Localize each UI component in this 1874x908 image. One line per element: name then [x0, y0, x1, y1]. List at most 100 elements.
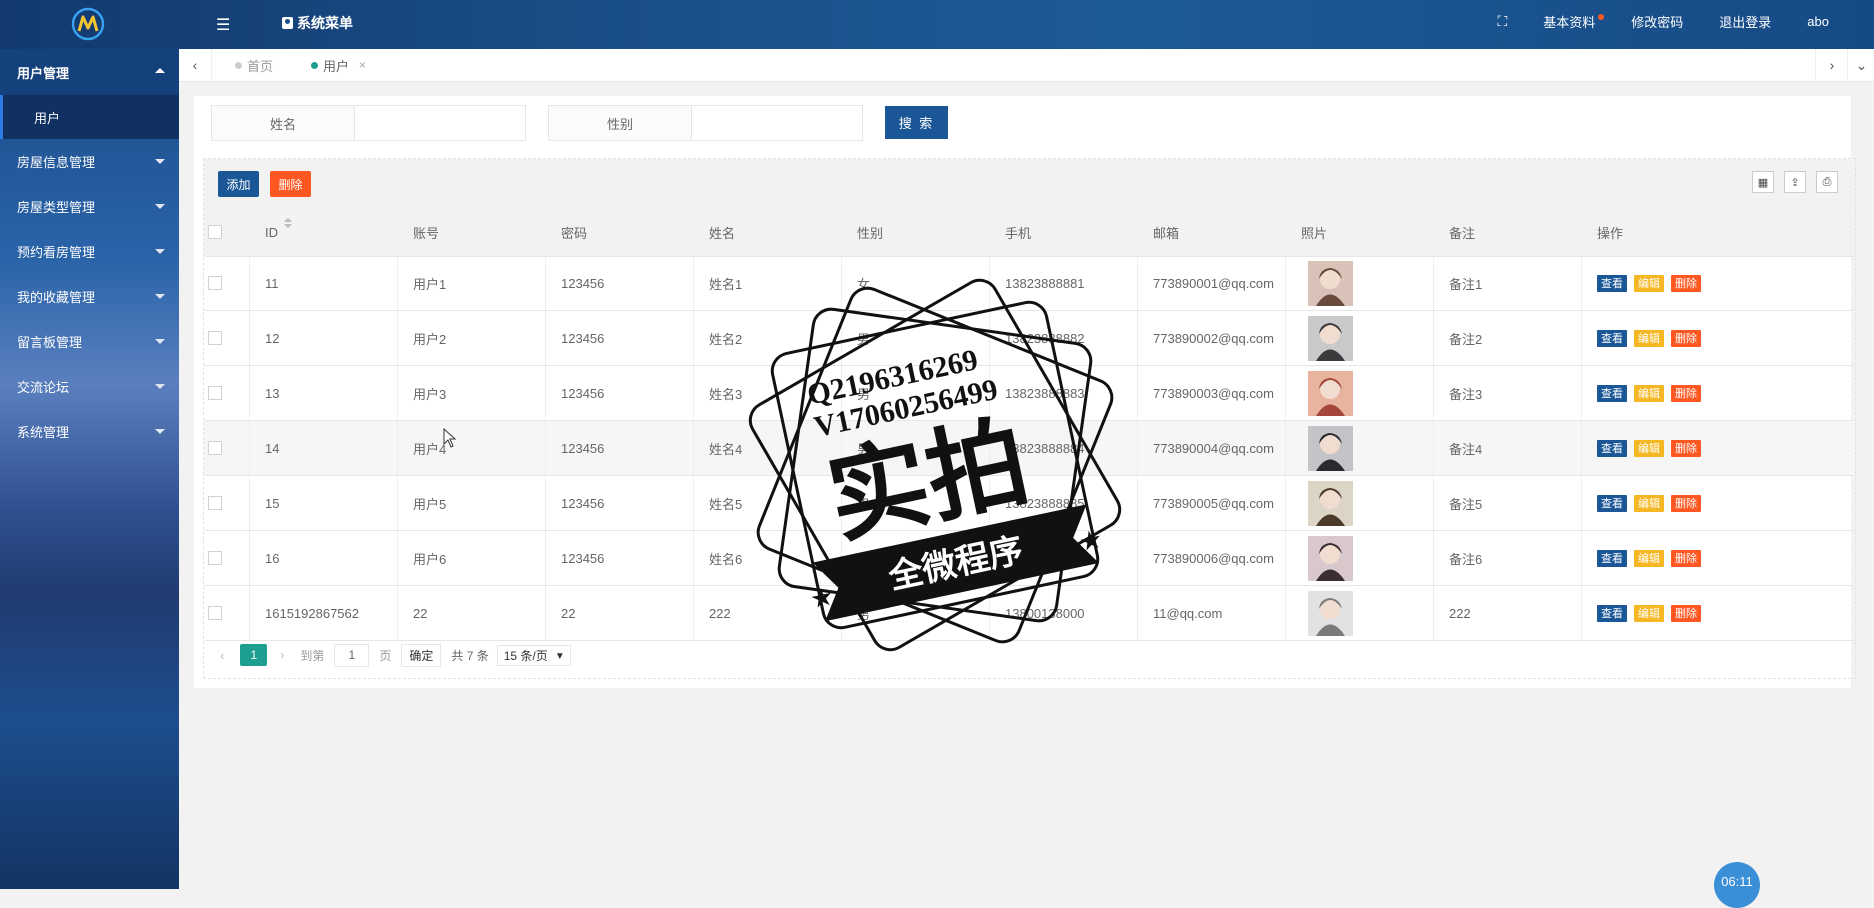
view-button[interactable]: 查看: [1597, 274, 1627, 292]
cell-account: 用户3: [413, 386, 447, 402]
cell-actions: 查看 编辑 删除: [1597, 476, 1708, 530]
sidebar-item-viewing-appointment[interactable]: 预约看房管理: [0, 229, 179, 274]
row-checkbox[interactable]: [208, 276, 222, 290]
sort-icon[interactable]: [284, 218, 292, 228]
cell-actions: 查看 编辑 删除: [1597, 256, 1708, 310]
expand-icon[interactable]: ⛶: [1497, 13, 1507, 30]
column-separator: [1285, 531, 1286, 585]
edit-button[interactable]: 编辑: [1634, 274, 1664, 292]
close-icon[interactable]: ×: [359, 58, 366, 72]
row-checkbox[interactable]: [208, 551, 222, 565]
chevron-down-icon: [155, 249, 165, 254]
row-checkbox[interactable]: [208, 606, 222, 620]
add-button[interactable]: 添加: [218, 171, 259, 197]
tab-scroll-right-icon[interactable]: ›: [1815, 49, 1848, 81]
cell-password: 123456: [561, 385, 605, 401]
cell-password: 22: [561, 605, 576, 621]
column-separator: [1581, 586, 1582, 640]
logout-link[interactable]: 退出登录: [1719, 12, 1771, 31]
view-button[interactable]: 查看: [1597, 604, 1627, 622]
row-checkbox[interactable]: [208, 441, 222, 455]
col-phone: 手机: [1005, 225, 1032, 241]
row-delete-button[interactable]: 删除: [1671, 604, 1701, 622]
column-separator: [1433, 476, 1434, 530]
sidebar-item-message-board[interactable]: 留言板管理: [0, 319, 179, 364]
tab-scroll-left-icon[interactable]: ‹: [179, 49, 212, 81]
gender-input[interactable]: [692, 105, 863, 141]
cell-actions: 查看 编辑 删除: [1597, 311, 1708, 365]
sidebar-item-favorites[interactable]: 我的收藏管理: [0, 274, 179, 319]
user-photo[interactable]: [1308, 590, 1353, 636]
view-button[interactable]: 查看: [1597, 494, 1627, 512]
search-button[interactable]: 搜 索: [885, 106, 948, 139]
user-photo[interactable]: [1308, 535, 1353, 581]
page-1-button[interactable]: 1: [240, 644, 268, 666]
chevron-up-icon: [155, 68, 165, 73]
sidebar-item-user-management[interactable]: 用户管理: [0, 49, 179, 95]
chevron-down-icon[interactable]: ⌄: [1847, 49, 1874, 81]
user-photo[interactable]: [1308, 315, 1353, 361]
sidebar-item-house-type[interactable]: 房屋类型管理: [0, 184, 179, 229]
user-photo[interactable]: [1308, 425, 1353, 471]
cell-note: 备注2: [1449, 331, 1483, 347]
user-photo[interactable]: [1308, 260, 1353, 306]
cell-actions: 查看 编辑 删除: [1597, 421, 1708, 475]
column-separator: [545, 311, 546, 365]
row-checkbox[interactable]: [208, 386, 222, 400]
columns-icon[interactable]: ▦: [1752, 171, 1774, 193]
select-all-checkbox[interactable]: [208, 225, 222, 239]
delete-button[interactable]: 删除: [270, 171, 311, 197]
next-page-icon[interactable]: ›: [280, 648, 284, 662]
name-input[interactable]: [355, 105, 526, 141]
view-button[interactable]: 查看: [1597, 439, 1627, 457]
user-photo[interactable]: [1308, 480, 1353, 526]
profile-link[interactable]: 基本资料: [1543, 12, 1605, 31]
row-delete-button[interactable]: 删除: [1671, 439, 1701, 457]
cell-actions: 查看 编辑 删除: [1597, 366, 1708, 420]
edit-button[interactable]: 编辑: [1634, 549, 1664, 567]
cell-account: 用户5: [413, 496, 447, 512]
edit-button[interactable]: 编辑: [1634, 384, 1664, 402]
change-password-link[interactable]: 修改密码: [1631, 12, 1683, 31]
system-menu[interactable]: 系统菜单: [282, 13, 353, 33]
cell-photo: [1308, 476, 1353, 530]
edit-button[interactable]: 编辑: [1634, 439, 1664, 457]
sidebar-subitem-user[interactable]: 用户: [0, 95, 179, 139]
col-name: 姓名: [709, 225, 736, 241]
prev-page-icon[interactable]: ‹: [220, 648, 224, 663]
app-logo[interactable]: [70, 6, 106, 42]
page-size-select[interactable]: 15 条/页 ▼: [496, 644, 571, 666]
edit-button[interactable]: 编辑: [1634, 329, 1664, 347]
row-delete-button[interactable]: 删除: [1671, 329, 1701, 347]
row-checkbox[interactable]: [208, 496, 222, 510]
sidebar-item-system[interactable]: 系统管理: [0, 409, 179, 454]
column-separator: [397, 531, 398, 585]
goto-confirm-button[interactable]: 确定: [401, 643, 442, 667]
row-delete-button[interactable]: 删除: [1671, 274, 1701, 292]
header-actions: ⛶ 基本资料 修改密码 退出登录 abo: [1497, 0, 1829, 42]
edit-button[interactable]: 编辑: [1634, 604, 1664, 622]
column-separator: [693, 586, 694, 640]
chevron-down-icon: [155, 429, 165, 434]
view-button[interactable]: 查看: [1597, 329, 1627, 347]
menu-toggle-icon[interactable]: ☰: [216, 15, 230, 35]
sidebar-item-forum[interactable]: 交流论坛: [0, 364, 179, 409]
cell-photo: [1308, 311, 1353, 365]
print-icon[interactable]: ⎙: [1816, 171, 1838, 193]
goto-page-input[interactable]: 1: [334, 643, 370, 667]
edit-button[interactable]: 编辑: [1634, 494, 1664, 512]
row-checkbox[interactable]: [208, 331, 222, 345]
view-button[interactable]: 查看: [1597, 549, 1627, 567]
username[interactable]: abo: [1807, 14, 1829, 29]
row-delete-button[interactable]: 删除: [1671, 384, 1701, 402]
export-icon[interactable]: ⇪: [1784, 171, 1806, 193]
tab-home[interactable]: 首页: [235, 49, 273, 81]
row-delete-button[interactable]: 删除: [1671, 549, 1701, 567]
sidebar-item-house-info[interactable]: 房屋信息管理: [0, 139, 179, 184]
row-delete-button[interactable]: 删除: [1671, 494, 1701, 512]
mouse-cursor-icon: [443, 428, 457, 448]
col-id[interactable]: ID: [265, 208, 292, 256]
tab-user[interactable]: 用户 ×: [311, 49, 366, 81]
user-photo[interactable]: [1308, 370, 1353, 416]
view-button[interactable]: 查看: [1597, 384, 1627, 402]
